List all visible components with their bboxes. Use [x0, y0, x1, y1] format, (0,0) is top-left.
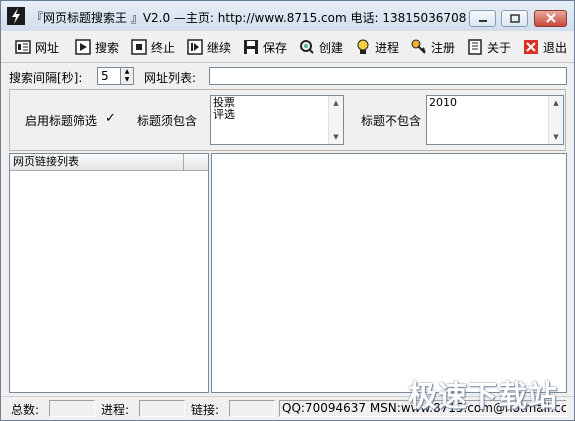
links-list-header: 网页链接列表	[10, 154, 208, 171]
must-include-textarea[interactable]: 投票 评选 ▲ ▼	[210, 95, 344, 145]
total-label: 总数:	[11, 403, 40, 417]
scroll-down-icon[interactable]: ▼	[329, 130, 343, 144]
include-scrollbar[interactable]: ▲ ▼	[328, 96, 343, 144]
resume-button[interactable]: 继续	[187, 36, 231, 58]
stop-button[interactable]: 终止	[131, 36, 175, 58]
process-button[interactable]: 进程	[355, 36, 399, 58]
include-line: 评选	[213, 108, 235, 121]
exit-button[interactable]: 退出	[523, 36, 567, 58]
link-value	[229, 400, 275, 417]
key-icon	[411, 39, 427, 55]
toolbar: 网址 搜索 终止 继续 保存 创建 进程 注册 关于 退出	[1, 32, 574, 62]
progress-value	[139, 400, 185, 417]
url-list-input[interactable]	[209, 67, 567, 85]
title-filter-group: 启用标题筛选 ✓ 标题须包含 投票 评选 ▲ ▼ 标题不包含 2010 ▲ ▼	[9, 89, 566, 151]
register-button[interactable]: 注册	[411, 36, 455, 58]
exclude-textarea[interactable]: 2010 ▲ ▼	[426, 95, 564, 145]
toolbar-divider	[1, 62, 574, 63]
register-button-label: 注册	[431, 40, 456, 55]
create-button-label: 创建	[319, 40, 344, 55]
close-icon	[545, 12, 556, 26]
exit-button-label: 退出	[543, 40, 568, 55]
links-list-panel[interactable]: 网页链接列表	[9, 153, 209, 393]
play-icon	[75, 39, 91, 55]
progress-label: 进程:	[101, 403, 130, 417]
close-button[interactable]	[534, 10, 567, 27]
url-list-label: 网址列表:	[144, 71, 197, 85]
create-button[interactable]: 创建	[299, 36, 343, 58]
exclude-scrollbar[interactable]: ▲ ▼	[548, 96, 563, 144]
save-button[interactable]: 保存	[243, 36, 287, 58]
minimize-icon	[478, 12, 488, 26]
stop-button-label: 终止	[151, 40, 176, 55]
about-button-label: 关于	[487, 40, 512, 55]
url-button[interactable]: 网址	[15, 36, 59, 58]
scroll-up-icon[interactable]: ▲	[549, 96, 563, 110]
bulb-icon	[355, 39, 371, 55]
interval-label: 搜索间隔[秒]:	[9, 71, 83, 85]
minimize-button[interactable]	[469, 10, 496, 27]
enable-filter-label: 启用标题筛选	[25, 114, 98, 128]
maximize-button[interactable]	[501, 10, 528, 27]
create-icon	[299, 39, 315, 55]
save-button-label: 保存	[263, 40, 288, 55]
window-title: 『网页标题搜索王 』V2.0 —主页: http://www.8715.com …	[31, 11, 467, 25]
resume-icon	[187, 39, 203, 55]
url-button-label: 网址	[35, 40, 60, 55]
app-lightning-icon	[7, 7, 25, 25]
interval-input[interactable]: 5	[97, 67, 121, 85]
app-window: 『网页标题搜索王 』V2.0 —主页: http://www.8715.com …	[0, 0, 575, 421]
scroll-down-icon[interactable]: ▼	[549, 130, 563, 144]
exit-icon	[523, 39, 539, 55]
spin-up-icon[interactable]: ▲	[121, 68, 133, 76]
book-icon	[467, 39, 483, 55]
stop-icon	[131, 39, 147, 55]
exclude-line: 2010	[429, 96, 457, 109]
about-button[interactable]: 关于	[467, 36, 511, 58]
total-value	[49, 400, 95, 417]
process-button-label: 进程	[375, 40, 400, 55]
maximize-icon	[509, 12, 520, 26]
spin-down-icon[interactable]: ▼	[121, 76, 133, 84]
page-content-panel[interactable]	[211, 153, 567, 393]
search-button[interactable]: 搜索	[75, 36, 119, 58]
enable-filter-checkbox[interactable]: ✓	[105, 111, 116, 126]
scroll-up-icon[interactable]: ▲	[329, 96, 343, 110]
floppy-icon	[243, 39, 259, 55]
links-column-header[interactable]: 网页链接列表	[10, 154, 184, 170]
url-icon	[15, 39, 31, 55]
search-button-label: 搜索	[95, 40, 120, 55]
link-label: 链接:	[191, 403, 220, 417]
resume-button-label: 继续	[207, 40, 232, 55]
title-bar[interactable]: 『网页标题搜索王 』V2.0 —主页: http://www.8715.com …	[1, 1, 574, 31]
exclude-label: 标题不包含	[361, 114, 422, 128]
interval-spinner[interactable]: ▲ ▼	[120, 67, 134, 85]
watermark-logo: 极速下载站	[407, 379, 558, 413]
must-include-label: 标题须包含	[137, 114, 198, 128]
